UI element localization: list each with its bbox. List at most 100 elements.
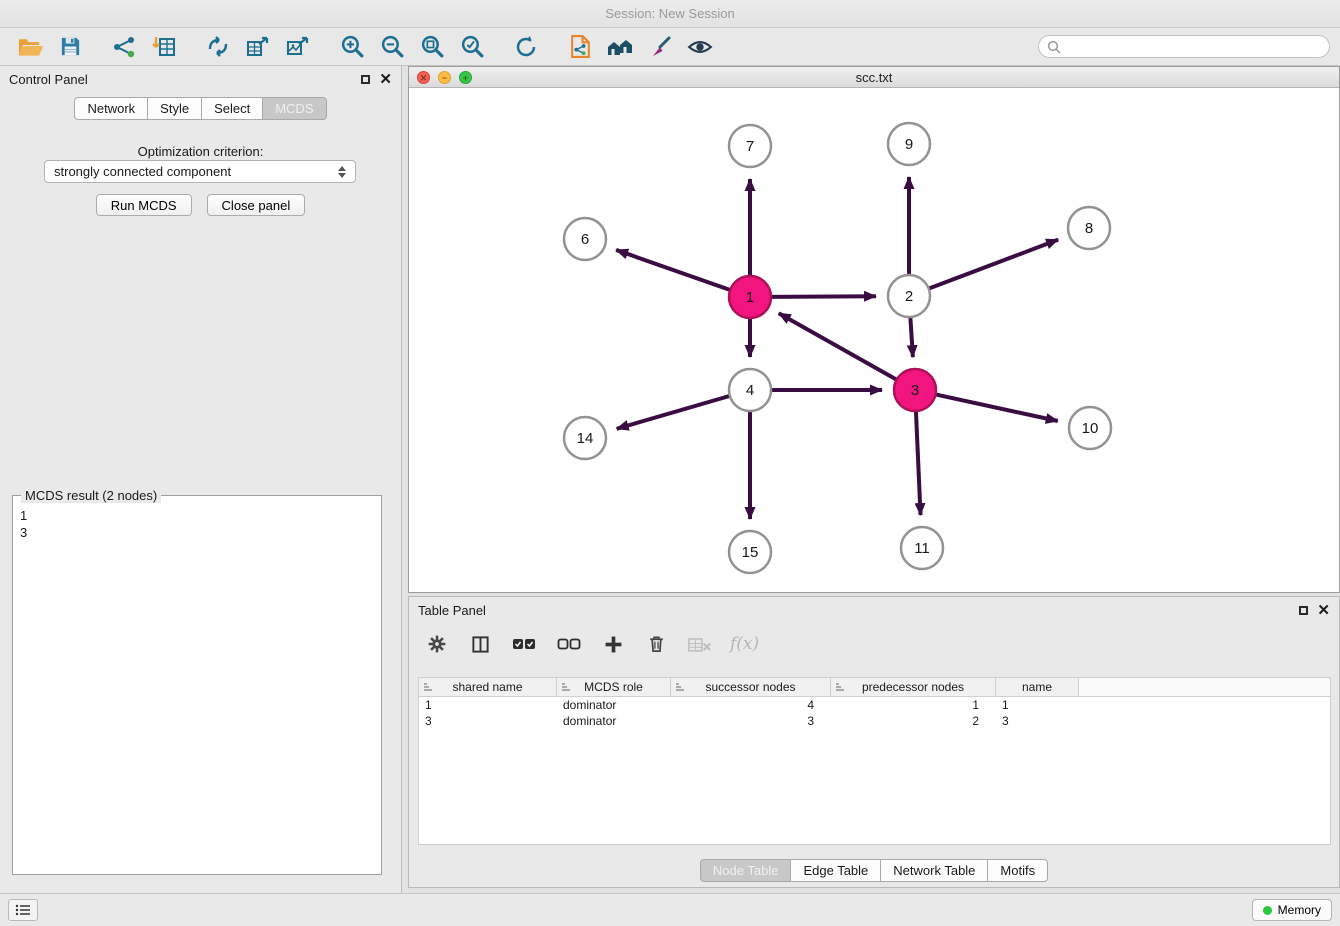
graph-node-label-7: 7 <box>746 138 754 155</box>
memory-button[interactable]: Memory <box>1252 899 1332 921</box>
graph-edge-1-6[interactable] <box>616 250 730 290</box>
select-all-button[interactable] <box>509 628 539 660</box>
graph-edge-2-8[interactable] <box>929 240 1058 289</box>
deselect-all-button[interactable] <box>554 628 584 660</box>
column-header-name[interactable]: name <box>996 678 1079 697</box>
table-row[interactable]: 3 dominator 3 2 3 <box>419 713 1330 729</box>
cell-predecessor-nodes[interactable]: 2 <box>831 713 996 729</box>
refresh-layout-icon <box>514 35 538 59</box>
toolbar-search[interactable] <box>1038 35 1330 58</box>
tab-edge-table[interactable]: Edge Table <box>790 859 881 882</box>
style-brush-button[interactable] <box>640 31 680 63</box>
home-neighbors-button[interactable] <box>600 31 640 63</box>
refresh-layout-button[interactable] <box>506 31 546 63</box>
graph-edge-3-11[interactable] <box>916 411 921 515</box>
export-network-button[interactable] <box>198 31 238 63</box>
table-row[interactable]: 1 dominator 4 1 1 <box>419 697 1330 713</box>
export-image-button[interactable] <box>278 31 318 63</box>
delete-row-button[interactable] <box>642 628 670 660</box>
column-type-icon <box>561 682 571 692</box>
cell-predecessor-nodes[interactable]: 1 <box>831 697 996 713</box>
document-share-button[interactable] <box>560 31 600 63</box>
import-table-icon <box>152 35 176 59</box>
graph-edge-3-10[interactable] <box>936 394 1058 421</box>
search-icon <box>1047 40 1061 54</box>
graph-node-label-1: 1 <box>746 289 754 306</box>
save-session-button[interactable] <box>50 31 90 63</box>
float-panel-icon[interactable] <box>1299 606 1308 615</box>
import-table-button[interactable] <box>144 31 184 63</box>
add-row-button[interactable] <box>599 628 627 660</box>
maximize-window-icon[interactable]: + <box>459 71 472 84</box>
tab-node-table[interactable]: Node Table <box>700 859 792 882</box>
zoom-fit-button[interactable] <box>412 31 452 63</box>
table-panel: Table Panel ✕ <box>408 596 1340 888</box>
export-network-icon <box>206 35 230 59</box>
float-panel-icon[interactable] <box>361 75 370 84</box>
column-header-successor-nodes[interactable]: successor nodes <box>671 678 831 697</box>
tab-motifs[interactable]: Motifs <box>987 859 1048 882</box>
cell-name[interactable]: 1 <box>996 697 1079 713</box>
export-image-icon <box>286 35 310 59</box>
show-columns-button[interactable] <box>466 628 494 660</box>
table-panel-header: Table Panel ✕ <box>409 597 1339 623</box>
node-table: shared name MCDS role successor nodes pr… <box>418 677 1331 845</box>
chevron-up-down-icon <box>338 166 346 178</box>
close-panel-icon[interactable]: ✕ <box>379 72 392 87</box>
close-panel-button[interactable]: Close panel <box>207 194 306 216</box>
column-header-shared-name[interactable]: shared name <box>419 678 557 697</box>
cell-shared-name[interactable]: 3 <box>419 713 557 729</box>
cell-successor-nodes[interactable]: 4 <box>671 697 831 713</box>
cell-successor-nodes[interactable]: 3 <box>671 713 831 729</box>
close-window-icon[interactable]: ✕ <box>417 71 430 84</box>
column-type-icon <box>835 682 845 692</box>
zoom-out-icon <box>380 34 405 59</box>
search-input[interactable] <box>1066 40 1321 54</box>
status-bar: Memory <box>0 893 1340 926</box>
tab-network[interactable]: Network <box>74 97 148 120</box>
document-share-icon <box>569 34 592 59</box>
zoom-out-button[interactable] <box>372 31 412 63</box>
export-table-button[interactable] <box>238 31 278 63</box>
mcds-result-groupbox: MCDS result (2 nodes) 1 3 <box>12 495 382 875</box>
graph-node-label-2: 2 <box>905 288 913 305</box>
cell-mcds-role[interactable]: dominator <box>557 713 671 729</box>
task-history-button[interactable] <box>8 899 38 921</box>
tab-mcds[interactable]: MCDS <box>262 97 326 120</box>
graph-edge-4-14[interactable] <box>617 396 730 429</box>
column-header-mcds-role[interactable]: MCDS role <box>557 678 671 697</box>
zoom-selected-button[interactable] <box>452 31 492 63</box>
mcds-result-item: 3 <box>20 524 374 541</box>
save-session-icon <box>59 35 82 58</box>
tab-network-table[interactable]: Network Table <box>880 859 988 882</box>
table-toolbar: f(x) <box>423 629 759 659</box>
cell-name[interactable]: 3 <box>996 713 1079 729</box>
show-details-button[interactable] <box>680 31 720 63</box>
run-mcds-button[interactable]: Run MCDS <box>96 194 192 216</box>
optimization-criterion-select[interactable]: strongly connected component <box>44 160 356 183</box>
tab-select[interactable]: Select <box>201 97 263 120</box>
optimization-criterion-label: Optimization criterion: <box>0 144 401 159</box>
column-type-icon <box>423 682 433 692</box>
zoom-in-button[interactable] <box>332 31 372 63</box>
graph-node-label-15: 15 <box>742 544 759 561</box>
network-window-titlebar[interactable]: ✕ − + scc.txt <box>409 67 1339 88</box>
graph-edge-3-1[interactable] <box>779 313 897 379</box>
network-canvas[interactable]: 7968124314101511 <box>409 88 1339 591</box>
graph-edge-2-3[interactable] <box>910 317 913 357</box>
function-builder-icon: f(x) <box>730 634 759 654</box>
import-network-button[interactable] <box>104 31 144 63</box>
cell-shared-name[interactable]: 1 <box>419 697 557 713</box>
graph-node-label-14: 14 <box>577 430 594 447</box>
minimize-window-icon[interactable]: − <box>438 71 451 84</box>
table-settings-button[interactable] <box>423 628 451 660</box>
control-panel-tabs: Network Style Select MCDS <box>0 97 401 120</box>
open-session-button[interactable] <box>10 31 50 63</box>
graph-node-label-6: 6 <box>581 231 589 248</box>
column-header-predecessor-nodes[interactable]: predecessor nodes <box>831 678 996 697</box>
table-header-row: shared name MCDS role successor nodes pr… <box>419 678 1330 697</box>
cell-mcds-role[interactable]: dominator <box>557 697 671 713</box>
tab-style[interactable]: Style <box>147 97 202 120</box>
graph-edge-1-2[interactable] <box>771 296 876 297</box>
close-panel-icon[interactable]: ✕ <box>1317 603 1330 618</box>
